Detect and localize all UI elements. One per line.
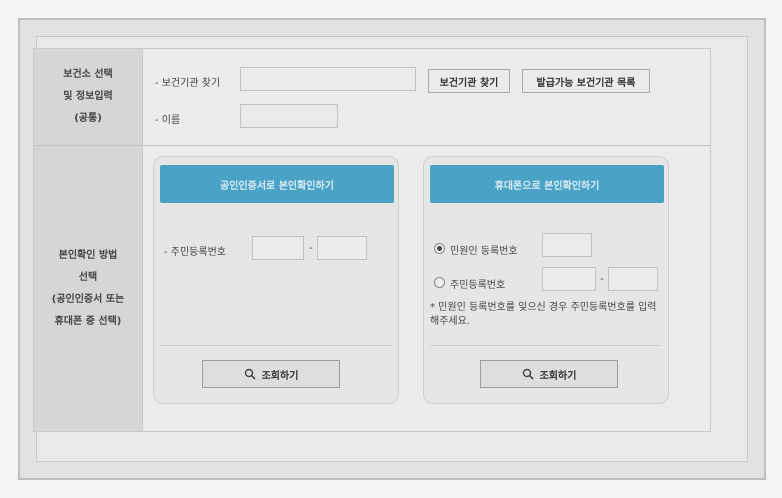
cert-panel: 공인인증서로 본인확인하기 - 주민등록번호 - 조회하기 [153, 156, 399, 404]
verification-form: 보건소 선택 및 정보입력 (공통) - 보건기관 찾기 보건기관 찾기 발급가… [33, 48, 711, 432]
verify-label-line-1: 본인확인 방법 [58, 249, 118, 261]
common-label-line-1: 보건소 선택 [63, 69, 113, 80]
applicant-reg-radio[interactable] [434, 243, 445, 254]
phone-rrn-label: 주민등록번호 [450, 280, 506, 291]
cert-panel-divider [160, 345, 392, 346]
verify-section-content: 공인인증서로 본인확인하기 - 주민등록번호 - 조회하기 휴대폰으로 본인확인… [142, 146, 710, 431]
magnifier-icon [522, 368, 534, 380]
find-org-button[interactable]: 보건기관 찾기 [428, 69, 510, 93]
find-org-label: - 보건기관 찾기 [155, 78, 221, 89]
cert-rrn-back-input[interactable] [317, 236, 367, 260]
org-search-input[interactable] [240, 67, 416, 91]
applicant-reg-label: 민원인 등록번호 [450, 246, 518, 257]
phone-search-label: 조회하기 [539, 370, 577, 382]
cert-rrn-front-input[interactable] [252, 236, 304, 260]
name-label: - 이름 [155, 115, 181, 126]
verify-label-line-4: 휴대폰 중 선택) [54, 315, 122, 327]
cert-rrn-label: - 주민등록번호 [164, 247, 226, 258]
rrn-note: * 민원인 등록번호를 잊으신 경우 주민등록번호를 입력해주세요. [430, 302, 657, 327]
common-label-line-3: (공통) [74, 113, 102, 124]
cert-verify-button[interactable]: 공인인증서로 본인확인하기 [160, 165, 394, 203]
verify-label-line-2: 선택 [78, 271, 98, 283]
applicant-reg-input[interactable] [542, 233, 592, 257]
phone-search-button[interactable]: 조회하기 [480, 360, 618, 388]
cert-rrn-dash: - [309, 241, 313, 254]
common-section-label: 보건소 선택 및 정보입력 (공통) [34, 49, 142, 146]
cert-search-button[interactable]: 조회하기 [202, 360, 340, 388]
phone-panel: 휴대폰으로 본인확인하기 민원인 등록번호 주민등록번호 - * 민원인 등록번… [423, 156, 669, 404]
org-list-button[interactable]: 발급가능 보건기관 목록 [522, 69, 650, 93]
verify-section-label: 본인확인 방법 선택 (공인인증서 또는 휴대폰 중 선택) [34, 146, 142, 431]
phone-rrn-front-input[interactable] [542, 267, 596, 291]
phone-verify-button[interactable]: 휴대폰으로 본인확인하기 [430, 165, 664, 203]
verify-label-line-3: (공인인증서 또는 [51, 293, 125, 305]
phone-panel-divider [430, 345, 662, 346]
name-input[interactable] [240, 104, 338, 128]
magnifier-icon [244, 368, 256, 380]
phone-rrn-radio[interactable] [434, 277, 445, 288]
cert-search-label: 조회하기 [261, 370, 299, 382]
phone-rrn-back-input[interactable] [608, 267, 658, 291]
phone-rrn-dash: - [600, 272, 604, 285]
common-section-content: - 보건기관 찾기 보건기관 찾기 발급가능 보건기관 목록 - 이름 [142, 49, 710, 146]
common-label-line-2: 및 정보입력 [63, 91, 113, 102]
